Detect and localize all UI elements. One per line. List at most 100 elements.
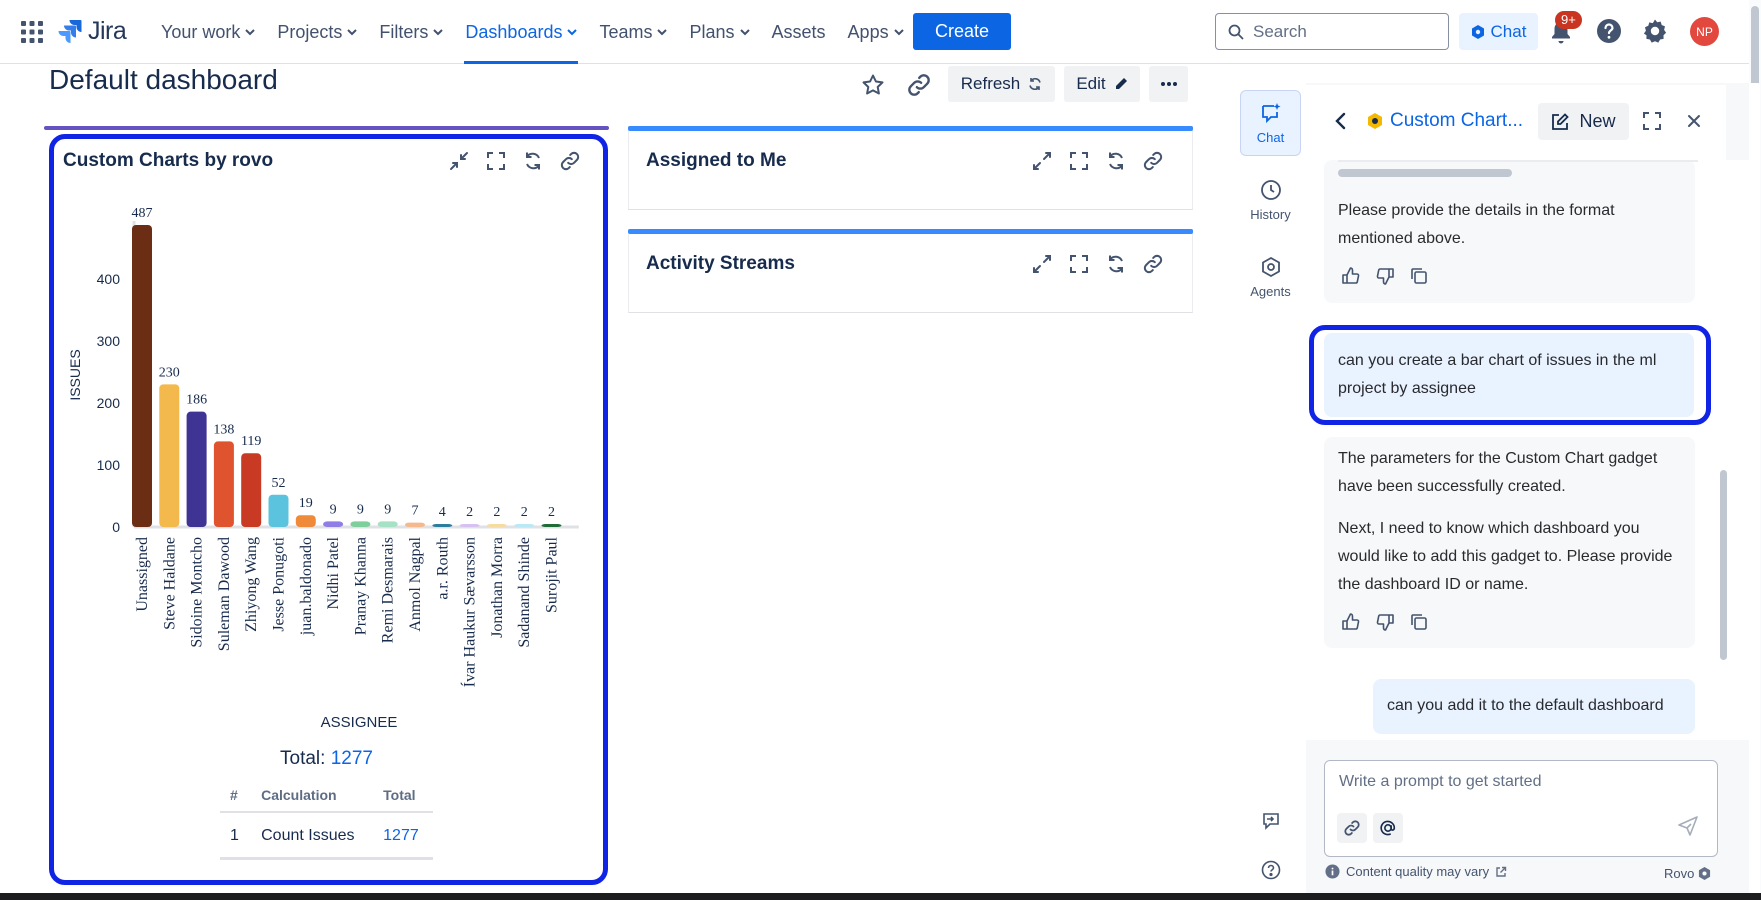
nav-item-label: Teams — [599, 21, 653, 42]
search-box[interactable] — [1215, 13, 1449, 50]
expand-panel-icon[interactable] — [1642, 111, 1662, 131]
chart-bar — [541, 524, 562, 527]
rovo-brand-label: Rovo — [1664, 866, 1695, 881]
send-icon[interactable] — [1677, 815, 1699, 837]
page-title: Default dashboard — [49, 64, 278, 95]
star-icon[interactable] — [858, 70, 888, 100]
rail-chat-label: Chat — [1256, 129, 1285, 145]
message-divider — [1338, 160, 1698, 162]
nav-item-assets[interactable]: Assets — [761, 0, 837, 64]
refresh-gadget-icon[interactable] — [1105, 150, 1127, 172]
row-total[interactable]: 1277 — [373, 812, 433, 860]
new-chat-button[interactable]: New — [1538, 103, 1629, 140]
mention-at-icon[interactable] — [1373, 813, 1403, 843]
x-category-label: Suleman Dawood — [216, 537, 233, 651]
expand-icon[interactable] — [1031, 253, 1053, 275]
quality-disclaimer[interactable]: Content quality may vary — [1325, 864, 1507, 879]
feedback-icon[interactable] — [1261, 811, 1281, 831]
nav-item-label: Dashboards — [465, 21, 563, 42]
back-chevron-icon[interactable] — [1333, 111, 1349, 131]
chevron-down-icon — [245, 28, 256, 35]
nav-item-filters[interactable]: Filters — [368, 0, 454, 64]
nav-item-dashboards[interactable]: Dashboards — [454, 0, 588, 64]
nav-item-your-work[interactable]: Your work — [150, 0, 266, 64]
search-input[interactable] — [1253, 21, 1433, 42]
settings-gear-icon[interactable] — [1642, 18, 1668, 44]
rovo-logo-icon — [1699, 867, 1711, 880]
refresh-gadget-icon[interactable] — [522, 150, 544, 172]
user-avatar[interactable]: NP — [1690, 17, 1719, 46]
help-question-icon[interactable] — [1261, 860, 1281, 880]
fullscreen-icon[interactable] — [1068, 150, 1090, 172]
rail-agents-tab[interactable]: Agents — [1240, 244, 1301, 310]
copy-link-icon[interactable] — [904, 70, 934, 100]
gadget-link-icon[interactable] — [559, 150, 581, 172]
app-switcher-icon[interactable] — [20, 20, 44, 44]
nav-item-plans[interactable]: Plans — [678, 0, 760, 64]
thumbs-down-icon[interactable] — [1375, 612, 1395, 632]
jira-logo[interactable]: Jira — [58, 17, 127, 46]
x-category-label: Nidhi Patel — [325, 536, 342, 609]
rail-history-tab[interactable]: History — [1240, 167, 1301, 233]
gadget-link-icon[interactable] — [1142, 150, 1164, 172]
gadget-color-bar — [628, 126, 1193, 131]
nav-item-label: Apps — [847, 21, 889, 42]
gadget-title: Assigned to Me — [646, 150, 787, 171]
bar-value-label: 138 — [213, 422, 234, 437]
more-actions-button[interactable] — [1149, 66, 1188, 102]
copy-icon[interactable] — [1409, 266, 1429, 286]
nav-item-label: Filters — [379, 21, 429, 42]
x-category-label: juan.baldonado — [298, 537, 315, 636]
col-header-calculation: Calculation — [251, 780, 374, 813]
fullscreen-icon[interactable] — [485, 150, 507, 172]
user-message-text: can you add it to the default dashboard — [1387, 697, 1664, 714]
refresh-button[interactable]: Refresh — [948, 66, 1055, 102]
row-index: 1 — [220, 812, 252, 860]
copy-icon[interactable] — [1409, 612, 1429, 632]
rail-chat-tab[interactable]: Chat — [1240, 90, 1301, 156]
rovo-chat-button[interactable]: Chat — [1459, 13, 1538, 50]
chart-bar — [405, 522, 425, 527]
nav-item-apps[interactable]: Apps — [837, 0, 915, 64]
nav-item-teams[interactable]: Teams — [588, 0, 678, 64]
fullscreen-icon[interactable] — [1068, 253, 1090, 275]
gadget-title: Custom Charts by rovo — [63, 150, 274, 171]
close-panel-icon[interactable] — [1686, 113, 1702, 129]
thumbs-up-icon[interactable] — [1341, 612, 1361, 632]
help-icon[interactable] — [1596, 18, 1622, 44]
nav-item-projects[interactable]: Projects — [266, 0, 368, 64]
bar-value-label: 2 — [521, 505, 528, 520]
thumbs-down-icon[interactable] — [1375, 266, 1395, 286]
chat-agent-title[interactable]: Custom Chart... — [1366, 110, 1523, 132]
x-category-label: Steve Haldane — [161, 537, 178, 630]
refresh-gadget-icon[interactable] — [1105, 253, 1127, 275]
search-icon — [1228, 24, 1244, 40]
chat-scrollbar[interactable] — [1720, 470, 1727, 660]
message-feedback — [1341, 612, 1429, 632]
chevron-down-icon — [347, 28, 358, 35]
bar-value-label: 9 — [330, 502, 337, 517]
refresh-label: Refresh — [960, 74, 1021, 93]
calculation-table: # Calculation Total 1 Count Issues 1277 — [220, 780, 433, 860]
chevron-down-icon — [433, 28, 444, 35]
expand-icon[interactable] — [1031, 150, 1053, 172]
bar-value-label: 9 — [357, 502, 364, 517]
gadget-link-icon[interactable] — [1142, 253, 1164, 275]
assistant-message-text: Next, I need to know which dashboard you… — [1338, 520, 1673, 593]
new-chat-label: New — [1579, 111, 1616, 131]
prompt-composer — [1324, 760, 1718, 857]
total-value[interactable]: 1277 — [331, 748, 373, 769]
edit-button[interactable]: Edit — [1064, 66, 1140, 102]
attach-link-icon[interactable] — [1337, 813, 1367, 843]
create-button[interactable]: Create — [913, 13, 1011, 50]
prompt-input[interactable] — [1339, 773, 1699, 799]
chart-bar — [514, 524, 535, 527]
nav-item-label: Your work — [161, 21, 241, 42]
minimize-icon[interactable] — [448, 150, 470, 172]
gadget-color-bar — [628, 229, 1193, 234]
thumbs-up-icon[interactable] — [1341, 266, 1361, 286]
history-clock-icon — [1260, 179, 1281, 200]
gadget-toolbar — [1031, 150, 1164, 172]
pencil-icon — [1115, 78, 1127, 89]
rovo-brand: Rovo — [1664, 866, 1711, 881]
